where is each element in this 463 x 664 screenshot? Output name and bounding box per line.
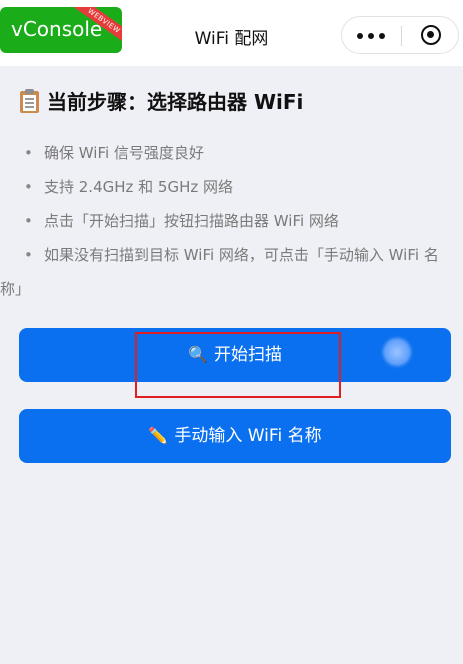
highlight-annotation-box xyxy=(135,332,341,398)
clipboard-icon xyxy=(19,89,39,113)
target-circle-icon[interactable] xyxy=(421,25,441,45)
tips-list: • 确保 WiFi 信号强度良好 • 支持 2.4GHz 和 5GHz 网络 • 点击… xyxy=(0,136,444,306)
current-step-title: 当前步骤：选择路由器 WiFi xyxy=(47,90,304,114)
more-dots-icon[interactable] xyxy=(357,33,385,39)
mini-program-capsule xyxy=(341,16,459,54)
capsule-divider xyxy=(401,26,402,46)
touch-indicator xyxy=(384,339,410,365)
manual-input-label: 手动输入 WiFi 名称 xyxy=(174,426,322,446)
pencil-icon: ✏️ xyxy=(148,426,169,445)
tip-item: • 确保 WiFi 信号强度良好 xyxy=(24,144,204,162)
nav-bar: vConsole WEBVIEW WiFi 配网 xyxy=(0,0,463,66)
tip-item: • 点击「开始扫描」按钮扫描路由器 WiFi 网络 xyxy=(24,212,339,230)
tip-item: • 支持 2.4GHz 和 5GHz 网络 xyxy=(24,178,234,196)
manual-input-button[interactable]: ✏️ 手动输入 WiFi 名称 xyxy=(19,409,451,463)
tip-item: • 如果没有扫描到目标 WiFi 网络，可点击「手动输入 WiFi 名称」 xyxy=(0,246,439,298)
current-step-heading: 当前步骤：选择路由器 WiFi xyxy=(19,86,303,114)
